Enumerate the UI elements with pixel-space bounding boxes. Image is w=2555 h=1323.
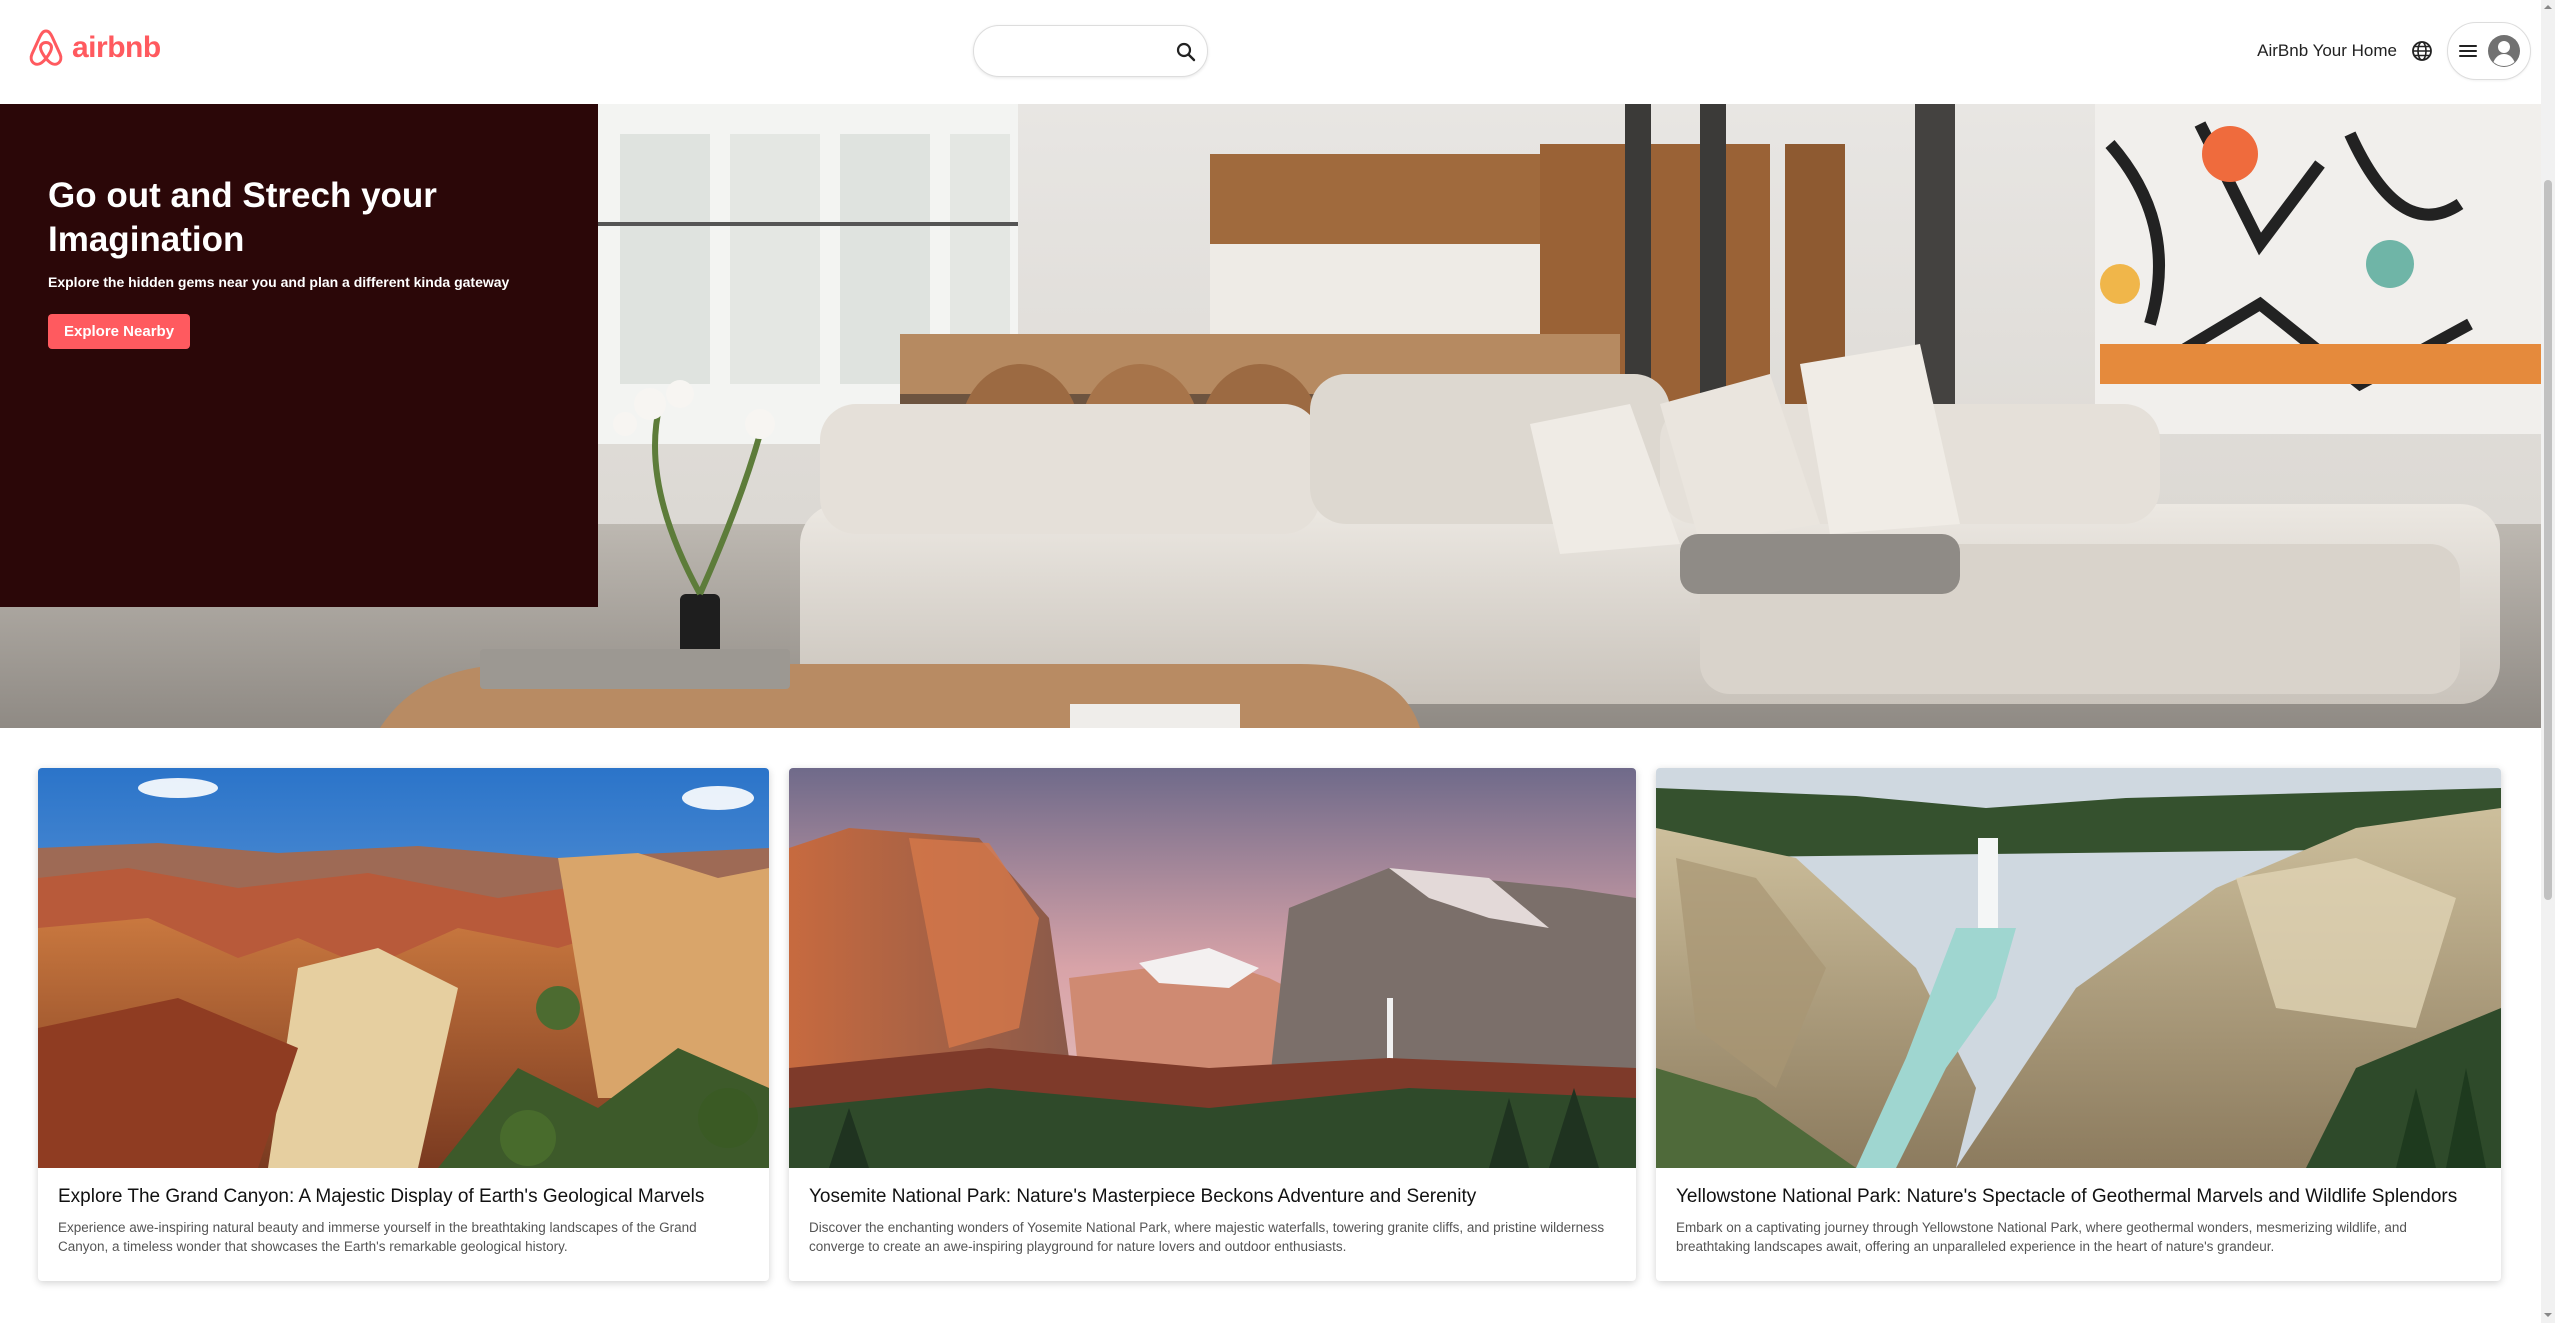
top-header: airbnb AirBnb Your Home xyxy=(0,0,2555,104)
card-title[interactable]: Yellowstone National Park: Nature's Spec… xyxy=(1676,1186,2481,1208)
explore-nearby-button[interactable]: Explore Nearby xyxy=(48,314,191,349)
airbnb-logo[interactable]: airbnb xyxy=(28,28,161,68)
hero-text-panel: Go out and Strech your Imagination Explo… xyxy=(0,104,598,607)
search-input[interactable] xyxy=(996,38,1156,66)
card-description: Experience awe-inspiring natural beauty … xyxy=(58,1220,697,1254)
airbnb-logo-icon xyxy=(29,29,63,66)
user-menu-button[interactable] xyxy=(2447,22,2531,80)
card-description: Embark on a captivating journey through … xyxy=(1676,1220,2407,1254)
destination-card-yellowstone[interactable]: Yellowstone National Park: Nature's Spec… xyxy=(1656,768,2501,1281)
logo-text: airbnb xyxy=(72,31,161,64)
yellowstone-image xyxy=(1656,768,2501,1168)
hero-title: Go out and Strech your Imagination xyxy=(48,176,437,259)
hero-subtitle: Explore the hidden gems near you and pla… xyxy=(48,274,510,290)
hero-banner: Go out and Strech your Imagination Explo… xyxy=(0,104,2541,728)
yosemite-image xyxy=(789,768,1636,1168)
user-avatar-icon xyxy=(2488,35,2520,67)
grand-canyon-image xyxy=(38,768,769,1168)
globe-icon[interactable] xyxy=(2411,40,2433,62)
destination-card-yosemite[interactable]: Yosemite National Park: Nature's Masterp… xyxy=(789,768,1636,1281)
destination-card-grand-canyon[interactable]: Explore The Grand Canyon: A Majestic Dis… xyxy=(38,768,769,1281)
hamburger-menu-icon xyxy=(2459,45,2477,57)
airbnb-your-home-link[interactable]: AirBnb Your Home xyxy=(2257,41,2397,61)
search-icon[interactable] xyxy=(1174,40,1198,64)
scroll-up-arrow-icon[interactable] xyxy=(2543,2,2553,12)
card-description: Discover the enchanting wonders of Yosem… xyxy=(809,1220,1605,1254)
search-bar[interactable] xyxy=(973,25,1208,77)
header-right-nav: AirBnb Your Home xyxy=(2257,22,2531,80)
page-scrollbar-thumb[interactable] xyxy=(2544,180,2552,900)
scroll-down-arrow-icon[interactable] xyxy=(2543,1310,2553,1320)
card-title[interactable]: Yosemite National Park: Nature's Masterp… xyxy=(809,1186,1616,1208)
card-title[interactable]: Explore The Grand Canyon: A Majestic Dis… xyxy=(58,1186,749,1208)
